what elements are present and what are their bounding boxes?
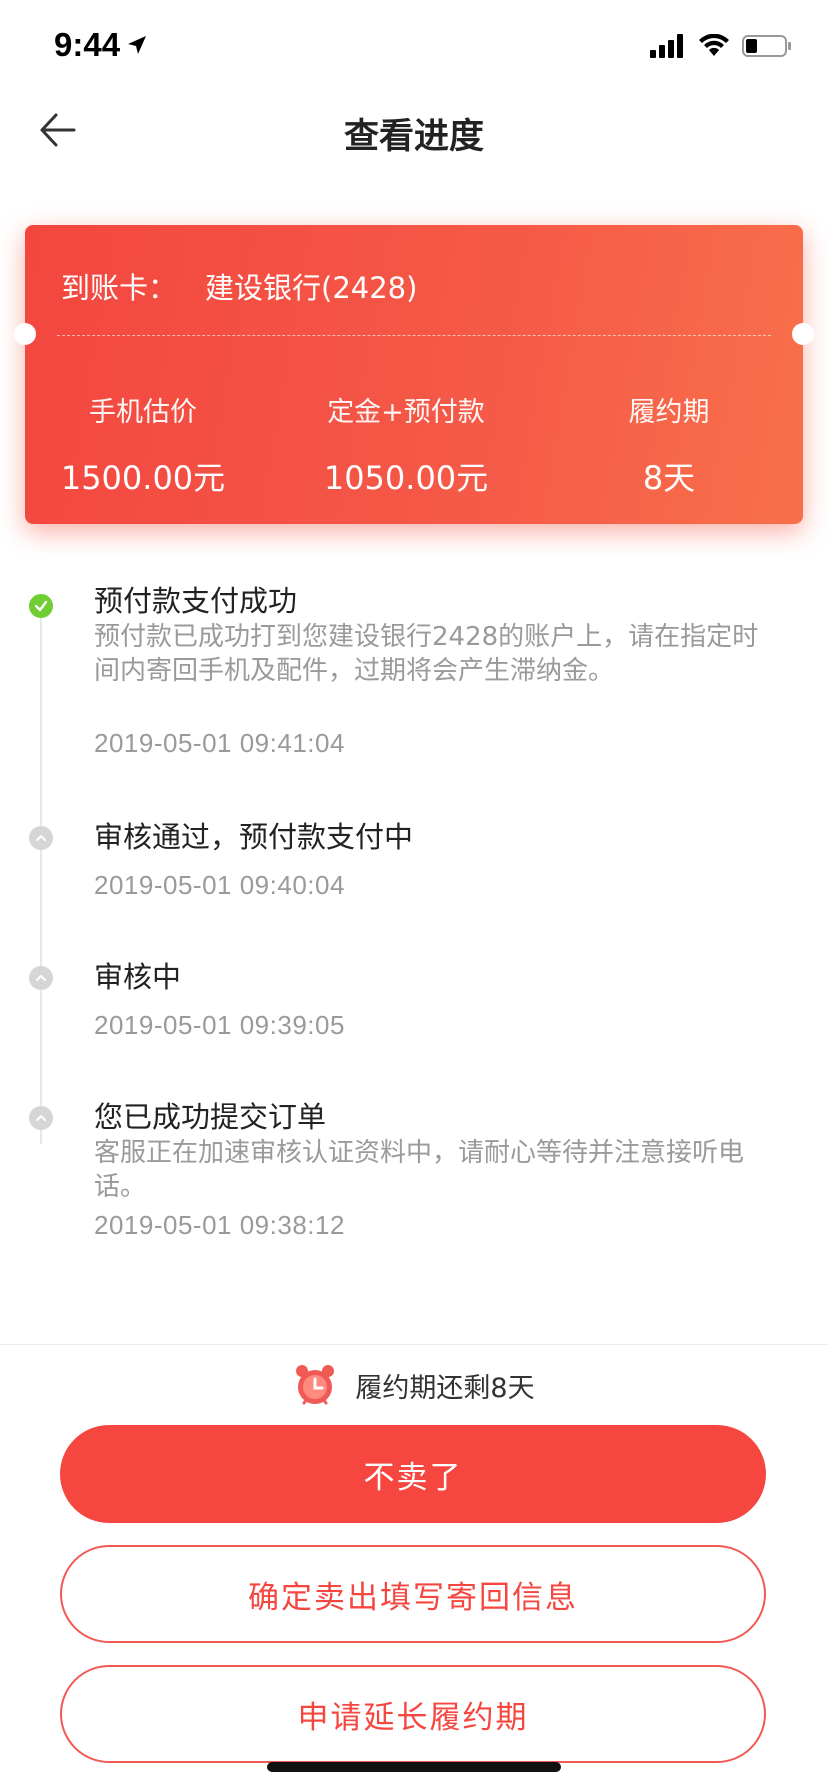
status-bar: 9:44 xyxy=(0,0,828,96)
timeline-time: 2019-05-01 09:40:04 xyxy=(94,870,345,900)
pending-circle-icon xyxy=(29,826,53,850)
check-circle-icon xyxy=(29,594,53,618)
deposit-column: 定金+预付款 1050.00元 xyxy=(306,390,506,499)
settlement-card: 到账卡： 建设银行(2428) 手机估价 1500.00元 定金+预付款 105… xyxy=(14,225,814,524)
card-columns: 手机估价 1500.00元 定金+预付款 1050.00元 履约期 8天 xyxy=(25,390,803,499)
card-divider xyxy=(57,335,771,336)
term-value: 8天 xyxy=(642,459,696,497)
status-time-text: 9:44 xyxy=(54,26,121,63)
deposit-label: 定金+预付款 xyxy=(327,397,485,428)
alarm-clock-icon xyxy=(296,1365,335,1405)
account-label: 到账卡： xyxy=(61,271,178,305)
bottom-divider xyxy=(0,1344,828,1345)
account-row: 到账卡： 建设银行(2428) xyxy=(61,265,417,307)
status-time: 9:44 xyxy=(54,26,148,64)
deposit-value: 1050.00元 xyxy=(323,459,489,497)
account-value: 建设银行(2428) xyxy=(205,271,418,305)
price-label: 手机估价 xyxy=(89,397,197,428)
card-notch-left xyxy=(14,323,36,345)
pending-circle-icon xyxy=(29,1106,53,1130)
signal-icon xyxy=(650,34,683,58)
timeline-title: 您已成功提交订单 xyxy=(94,1100,327,1134)
term-label: 履约期 xyxy=(628,397,710,428)
price-value: 1500.00元 xyxy=(60,459,226,497)
battery-icon xyxy=(742,35,791,57)
page-title: 查看进度 xyxy=(343,117,484,157)
extend-term-button[interactable]: 申请延长履约期 xyxy=(60,1665,766,1763)
wifi-icon xyxy=(699,34,729,56)
timeline-title: 审核中 xyxy=(94,960,182,994)
term-column: 履约期 8天 xyxy=(569,390,769,499)
cancel-sale-button[interactable]: 不卖了 xyxy=(60,1425,766,1523)
confirm-sale-button[interactable]: 确定卖出填写寄回信息 xyxy=(60,1545,766,1643)
nav-bar: 查看进度 xyxy=(0,96,828,166)
deadline-row: 履约期还剩8天 xyxy=(0,1360,828,1410)
timeline-line xyxy=(40,604,42,1144)
timeline-desc: 客服正在加速审核认证资料中，请耐心等待并注意接听电话。 xyxy=(94,1138,745,1202)
timeline-time: 2019-05-01 09:41:04 xyxy=(94,728,345,758)
home-indicator[interactable] xyxy=(267,1762,561,1772)
location-arrow-icon xyxy=(128,36,147,54)
price-column: 手机估价 1500.00元 xyxy=(43,390,243,499)
timeline-title: 审核通过，预付款支付中 xyxy=(94,820,414,854)
timeline-time: 2019-05-01 09:38:12 xyxy=(94,1210,345,1240)
timeline-desc: 预付款已成功打到您建设银行2428的账户上，请在指定时间内寄回手机及配件，过期将… xyxy=(94,622,759,686)
status-icons xyxy=(650,34,792,58)
card-notch-right xyxy=(792,323,814,345)
pending-circle-icon xyxy=(29,966,53,990)
timeline-time: 2019-05-01 09:39:05 xyxy=(94,1010,345,1040)
timeline-title: 预付款支付成功 xyxy=(94,584,298,618)
deadline-text: 履约期还剩8天 xyxy=(355,1372,535,1404)
